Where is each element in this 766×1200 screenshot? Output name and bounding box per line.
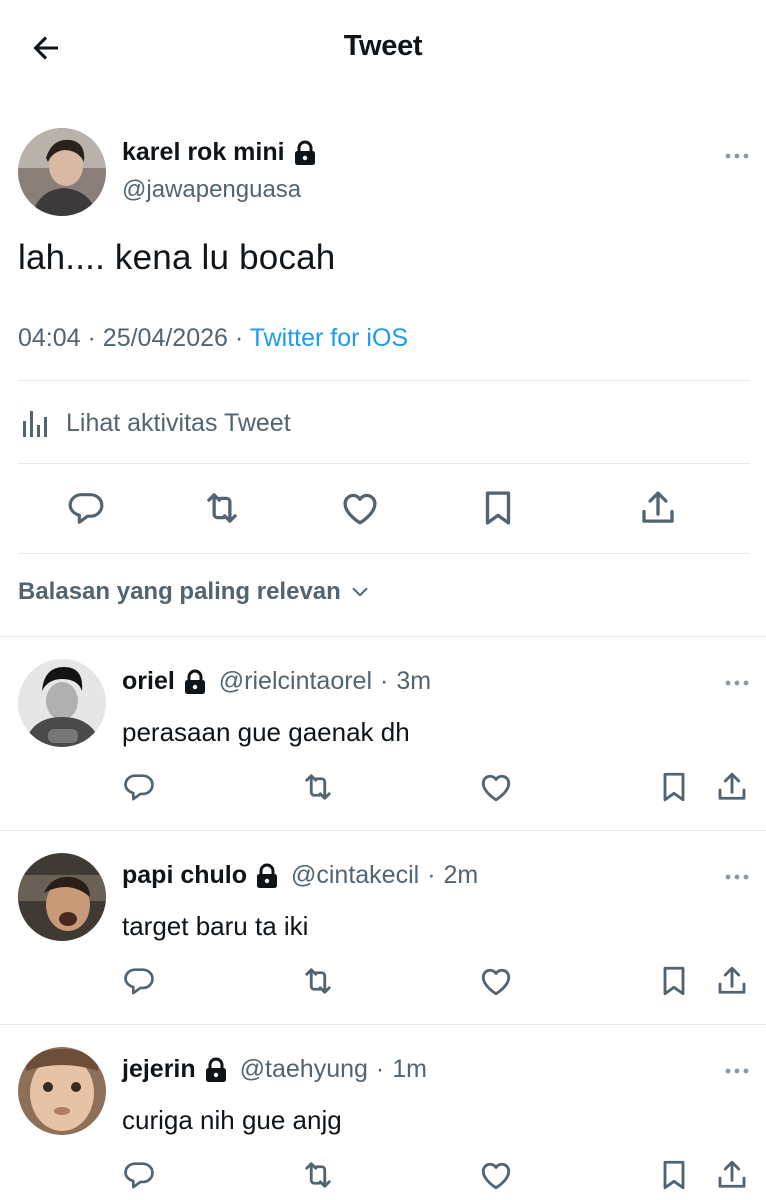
avatar[interactable]	[18, 128, 106, 216]
reply-more-button[interactable]	[722, 1061, 752, 1081]
tweet-actions	[0, 482, 766, 538]
more-dots-icon	[725, 874, 749, 880]
lock-icon	[184, 669, 205, 694]
like-icon	[481, 968, 511, 996]
bar-chart-icon	[23, 411, 47, 437]
reply-time: 2m	[443, 861, 479, 889]
reply-author-handle[interactable]: @cintakecil	[291, 861, 419, 890]
reply-item[interactable]: jejerin @taehyung · 1m curiga nih gue an…	[0, 1025, 766, 1200]
retweet-icon	[207, 493, 237, 523]
top-bar: Tweet	[0, 0, 766, 96]
page-title: Tweet	[343, 30, 423, 62]
like-button[interactable]	[476, 1155, 516, 1195]
chevron-down-icon	[352, 587, 368, 597]
reply-header: oriel @rielcintaorel · 3m	[122, 667, 432, 696]
reply-button[interactable]	[64, 486, 108, 530]
reply-text: curiga nih gue anjg	[122, 1105, 342, 1135]
reply-text: perasaan gue gaenak dh	[122, 717, 410, 747]
reply-item[interactable]: oriel @rielcintaorel · 3m perasaan gue g…	[0, 637, 766, 831]
share-icon	[718, 1160, 746, 1188]
share-button[interactable]	[636, 486, 680, 530]
lock-icon	[205, 1057, 226, 1082]
reply-time: 3m	[396, 667, 432, 695]
tweet-activity-link[interactable]: Lihat aktivitas Tweet	[18, 400, 291, 446]
reply-author-handle[interactable]: @rielcintaorel	[219, 667, 372, 696]
lock-icon	[257, 863, 277, 888]
avatar[interactable]	[18, 853, 106, 941]
share-icon	[718, 966, 746, 994]
reply-button[interactable]	[119, 961, 159, 1001]
reply-item[interactable]: papi chulo @cintakecil · 2m target baru …	[0, 831, 766, 1025]
reply-button[interactable]	[119, 767, 159, 807]
bookmark-icon	[663, 772, 685, 802]
like-button[interactable]	[476, 767, 516, 807]
divider	[18, 553, 750, 554]
divider	[18, 463, 750, 464]
bookmark-icon	[663, 1160, 685, 1190]
reply-author-handle[interactable]: @taehyung	[240, 1055, 368, 1084]
like-button[interactable]	[338, 486, 382, 530]
bookmark-icon	[663, 966, 685, 996]
more-dots-icon	[725, 153, 749, 159]
lock-icon	[294, 140, 315, 165]
more-dots-icon	[725, 680, 749, 686]
avatar[interactable]	[18, 659, 106, 747]
reply-author-name[interactable]: oriel	[122, 667, 175, 696]
tweet-meta: 04:04 · 25/04/2026 · Twitter for iOS	[18, 324, 409, 352]
retweet-button[interactable]	[298, 767, 338, 807]
reply-icon	[124, 968, 154, 995]
reply-icon	[124, 774, 154, 801]
bookmark-icon	[485, 491, 511, 525]
tweet-author: karel rok mini @jawapenguasa	[18, 128, 748, 218]
avatar[interactable]	[18, 1047, 106, 1135]
reply-author-name[interactable]: jejerin	[122, 1055, 196, 1084]
reply-header: jejerin @taehyung · 1m	[122, 1055, 427, 1084]
like-icon	[481, 774, 511, 802]
tweet-source-link[interactable]: Twitter for iOS	[250, 324, 408, 352]
tweet-text: lah.... kena lu bocah	[18, 238, 336, 277]
more-button[interactable]	[722, 146, 752, 166]
reply-header: papi chulo @cintakecil · 2m	[122, 861, 479, 890]
retweet-button[interactable]	[298, 1155, 338, 1195]
bookmark-button[interactable]	[476, 486, 520, 530]
like-icon	[343, 493, 377, 525]
reply-button[interactable]	[119, 1155, 159, 1195]
reply-text: target baru ta iki	[122, 911, 309, 941]
divider	[18, 380, 750, 381]
reply-icon	[124, 1162, 154, 1189]
author-handle[interactable]: @jawapenguasa	[122, 176, 301, 204]
bookmark-button[interactable]	[654, 1155, 694, 1195]
reply-more-button[interactable]	[722, 867, 752, 887]
reply-more-button[interactable]	[722, 673, 752, 693]
more-dots-icon	[725, 1068, 749, 1074]
retweet-icon	[305, 968, 331, 994]
reply-author-name[interactable]: papi chulo	[122, 861, 247, 890]
reply-icon	[68, 493, 104, 524]
like-icon	[481, 1162, 511, 1190]
retweet-button[interactable]	[200, 486, 244, 530]
share-button[interactable]	[712, 1155, 752, 1195]
reply-time: 1m	[392, 1055, 427, 1083]
share-icon	[642, 491, 674, 523]
retweet-icon	[305, 774, 331, 800]
retweet-button[interactable]	[298, 961, 338, 1001]
bookmark-button[interactable]	[654, 961, 694, 1001]
share-button[interactable]	[712, 767, 752, 807]
bookmark-button[interactable]	[654, 767, 694, 807]
tweet-date: 25/04/2026	[102, 324, 228, 352]
share-button[interactable]	[712, 961, 752, 1001]
share-icon	[718, 772, 746, 800]
reply-sort-dropdown[interactable]: Balasan yang paling relevan	[18, 578, 371, 606]
retweet-icon	[305, 1162, 331, 1188]
tweet-time: 04:04	[18, 324, 81, 352]
like-button[interactable]	[476, 961, 516, 1001]
author-name[interactable]: karel rok mini	[122, 138, 317, 167]
